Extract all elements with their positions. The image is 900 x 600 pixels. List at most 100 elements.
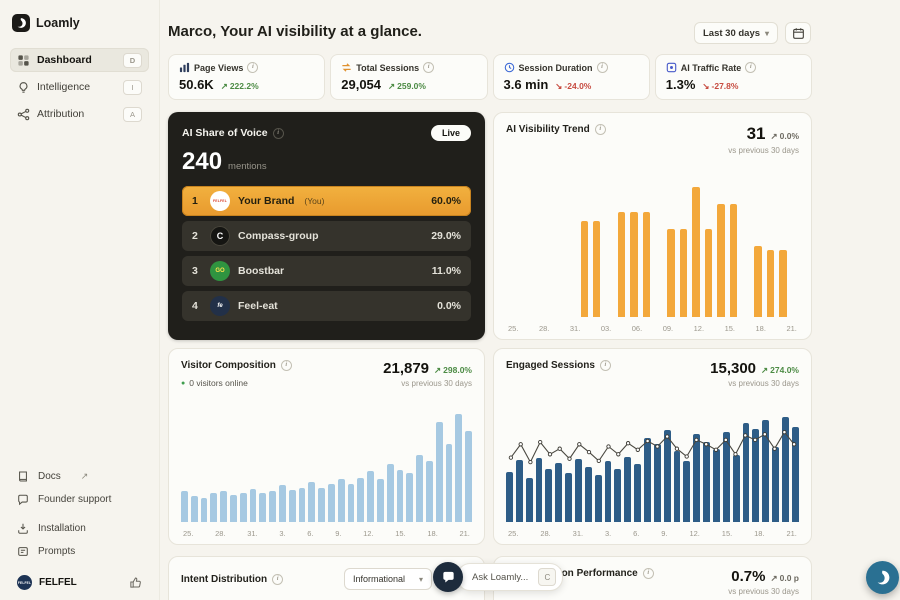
loamly-dashboard: Loamly Dashboard D Intelligence I Attrib… [0,0,900,600]
chart-bar [729,203,738,317]
leaderboard-row-feel-eat[interactable]: 4 fe Feel-eat 0.0% [182,291,471,321]
info-icon[interactable]: i [745,62,757,73]
chart-bar [288,489,296,522]
trend-up-icon: ↗ [761,365,769,375]
info-icon[interactable]: i [272,127,284,139]
share-percent: 0.0% [437,300,461,312]
chat-launcher-button[interactable] [433,562,463,592]
chart-bar [318,487,325,522]
chart-bar [617,212,626,317]
chart-bar [210,493,218,522]
share-percent: 11.0% [431,265,461,277]
workspace-switcher[interactable]: FELFEL FELFEL [10,575,149,590]
chart-x-axis: 25. 28. 31. 3. 6. 9. 12. 15. 18. 21. [183,529,470,538]
lightbulb-icon [17,81,30,94]
info-icon[interactable]: i [280,360,292,371]
engaged-sessions-chart: 25. 28. 31. 3. 6. 9. 12. 15. 18. 21. [506,411,799,538]
chart-bar [692,187,700,317]
chart-bar [376,478,384,522]
chart-bar [347,484,355,522]
info-icon[interactable]: i [272,573,284,585]
kpi-card-session-duration[interactable]: Session Duration i 3.6 min ↘ -24.0% [492,54,650,100]
info-icon[interactable]: i [599,360,611,371]
chart-bar [190,496,198,522]
brand-name: Feel-eat [238,300,278,312]
live-badge: Live [430,125,471,141]
kpi-change: ↗ 259.0% [388,81,426,91]
info-icon[interactable]: i [423,62,435,73]
sidebar-item-founder-support[interactable]: Founder support [10,488,149,511]
felfel-logo-icon: FELFEL [210,191,230,211]
chart-bar [667,228,675,317]
sidebar: Loamly Dashboard D Intelligence I Attrib… [0,0,160,600]
chart-bar [337,478,345,522]
trend-down-icon: ↘ [555,81,563,91]
sidebar-item-docs[interactable]: Docs ↗ [10,465,149,488]
footer-label: Founder support [38,494,112,505]
kpi-change: ↘ -27.8% [702,81,739,91]
chart-bars [181,411,472,522]
thumbs-up-icon[interactable] [129,576,142,589]
trend-change: ↗ 0.0% [770,131,800,141]
x-tick-label: 28. [538,324,550,333]
sidebar-item-prompts[interactable]: Prompts [10,540,149,563]
sessions-change: ↗ 274.0% [761,365,799,375]
x-tick-label: 3. [604,529,612,538]
leaderboard-row-your-brand[interactable]: 1 FELFEL Your Brand (You) 60.0% [182,186,471,216]
chart-bar [396,469,404,522]
kpi-card-page-views[interactable]: Page Views i 50.6K ↗ 222.2% [168,54,326,100]
sidebar-footer: Docs ↗ Founder support Installation Prom… [10,465,149,590]
sidebar-item-dashboard[interactable]: Dashboard D [10,48,149,72]
chevron-down-icon: ▾ [764,28,769,38]
chart-bar [455,414,463,522]
info-icon[interactable]: i [596,62,608,73]
clock-icon [504,62,515,73]
sidebar-item-attribution[interactable]: Attribution A [10,102,149,126]
brand-name: Your Brand [238,195,295,207]
trend-value: 31 [746,124,766,143]
loamly-fab-button[interactable] [866,561,899,594]
footer-label: Prompts [38,546,76,557]
chart-bar [779,249,787,317]
external-link-icon: ↗ [80,471,89,481]
chart-bar [766,249,775,317]
info-icon[interactable]: i [247,62,259,73]
chart-bar [717,203,725,317]
online-count: 0 visitors online [189,378,248,388]
x-tick-label: 15. [395,529,406,538]
calendar-button[interactable] [785,22,811,44]
info-icon[interactable]: i [642,568,654,579]
chart-x-axis: 25. 28. 31. 3. 6. 9. 12. 15. 18. 21. [508,529,797,538]
chart-bar [327,484,335,522]
app-logo[interactable]: Loamly [12,14,149,32]
intent-filter-select[interactable]: Informational ▾ [344,568,432,590]
kpi-card-ai-traffic-rate[interactable]: AI Traffic Rate i 1.3% ↘ -27.8% [654,54,812,100]
ask-loamly-input[interactable]: Ask Loamly... C [457,563,564,591]
chart-bar [465,430,472,522]
sidebar-item-installation[interactable]: Installation [10,517,149,540]
bar-chart-icon [179,62,190,73]
x-tick-label: 6. [307,529,314,538]
kpi-row: Page Views i 50.6K ↗ 222.2% Total Session… [168,54,812,100]
chart-bar [298,487,306,522]
visitor-composition-card: Visitor Composition i ● 0 visitors onlin… [168,348,485,545]
page-title: Marco, Your AI visibility at a glance. [168,23,422,40]
info-icon[interactable]: i [594,124,606,135]
message-square-icon [17,545,30,558]
chart-bar [630,212,638,317]
ai-share-of-voice-card: AI Share of Voice i Live 240 mentions 1 … [168,112,485,340]
share-percent: 29.0% [431,230,461,242]
leaderboard-row-boostbar[interactable]: 3 GO Boostbar 11.0% [182,256,471,286]
compare-label: vs previous 30 days [728,587,799,596]
x-tick-label: 3. [279,529,286,538]
mentions-value: 240 [182,148,223,175]
kpi-value: 3.6 min [503,77,549,92]
card-title: AI Share of Voice [182,127,268,139]
kpi-change: ↗ 222.2% [220,81,259,91]
kpi-card-total-sessions[interactable]: Total Sessions i 29,054 ↗ 259.0% [330,54,488,100]
leaderboard-row-compass-group[interactable]: 2 C Compass-group 29.0% [182,221,471,251]
x-tick-label: 31. [572,529,584,538]
date-range-select[interactable]: Last 30 days ▾ [694,22,778,44]
sidebar-item-intelligence[interactable]: Intelligence I [10,75,149,99]
intent-filter-value: Informational [353,574,406,584]
